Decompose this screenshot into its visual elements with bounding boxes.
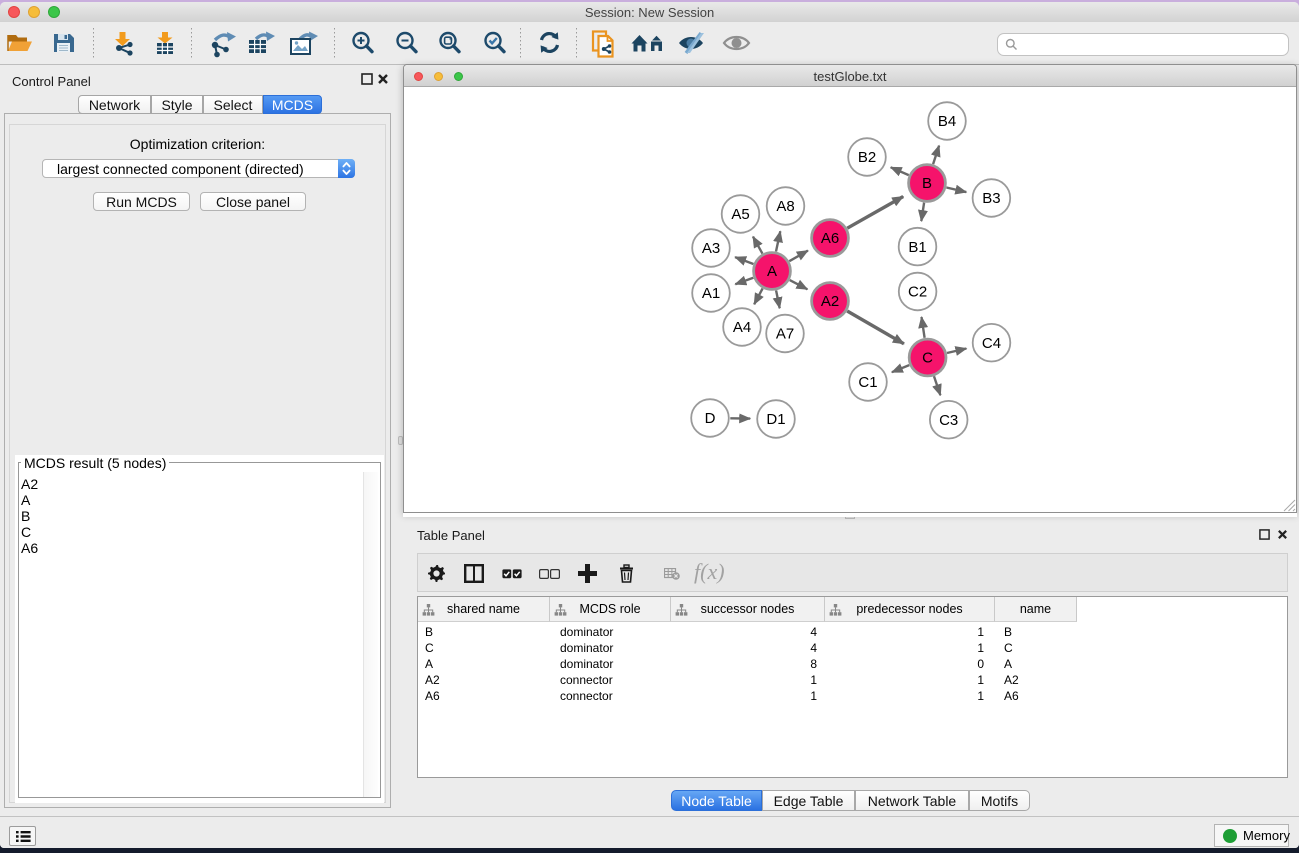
svg-text:B1: B1 (908, 239, 926, 256)
svg-text:A: A (767, 263, 777, 280)
svg-text:A3: A3 (702, 240, 720, 257)
svg-text:A5: A5 (731, 206, 749, 223)
svg-text:A2: A2 (821, 293, 839, 310)
svg-text:B3: B3 (982, 190, 1000, 207)
svg-text:C3: C3 (939, 412, 958, 429)
svg-text:B2: B2 (858, 149, 876, 166)
svg-text:A1: A1 (702, 285, 720, 302)
svg-text:B4: B4 (938, 113, 956, 130)
svg-text:A7: A7 (776, 326, 794, 343)
svg-text:B: B (922, 175, 932, 192)
svg-text:C: C (922, 350, 933, 367)
svg-text:D1: D1 (766, 411, 785, 428)
svg-text:A6: A6 (821, 230, 839, 247)
svg-text:A8: A8 (776, 198, 794, 215)
svg-text:C1: C1 (858, 374, 877, 391)
svg-text:D: D (705, 410, 716, 427)
svg-text:A4: A4 (733, 319, 751, 336)
svg-text:C2: C2 (908, 284, 927, 301)
svg-text:C4: C4 (982, 335, 1001, 352)
